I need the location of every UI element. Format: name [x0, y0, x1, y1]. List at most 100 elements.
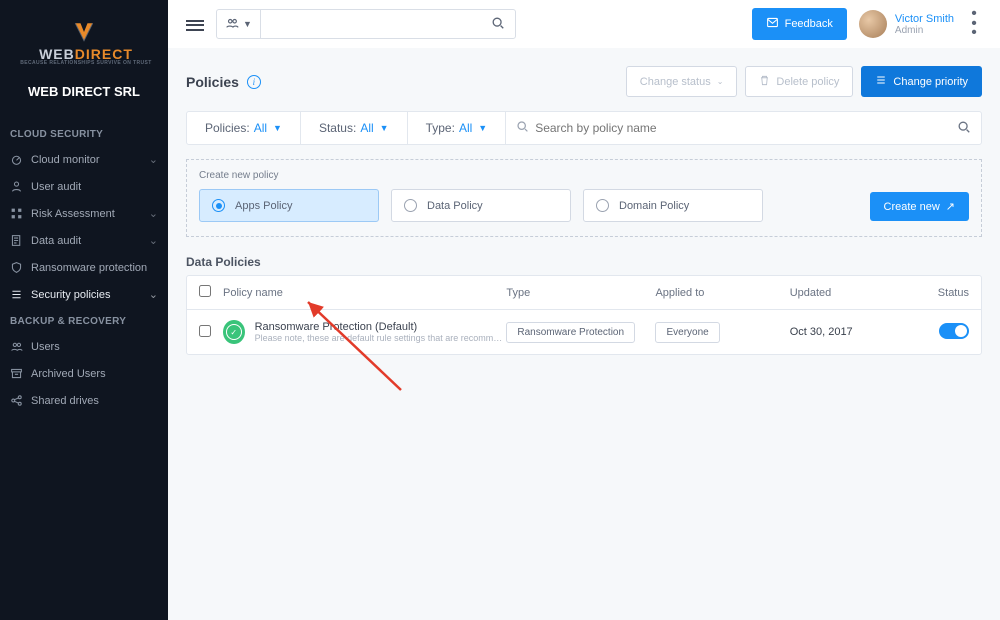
- filter-policies[interactable]: Policies: All ▼: [187, 112, 301, 144]
- column-header-status[interactable]: Status: [909, 287, 969, 299]
- nav-label: Ransomware protection: [31, 262, 147, 274]
- grid-icon: [10, 207, 23, 220]
- sidebar-item-user-audit[interactable]: User audit: [0, 173, 168, 200]
- sidebar-item-users[interactable]: Users: [0, 333, 168, 360]
- column-header-applied[interactable]: Applied to: [655, 287, 789, 299]
- select-all-checkbox[interactable]: [199, 285, 211, 297]
- sidebar-item-risk-assessment[interactable]: Risk Assessment ⌄: [0, 200, 168, 227]
- sidebar-item-cloud-monitor[interactable]: Cloud monitor ⌄: [0, 146, 168, 173]
- user-menu[interactable]: Victor Smith Admin: [859, 10, 954, 38]
- nav-label: Security policies: [31, 289, 110, 301]
- nav-label: Users: [31, 341, 60, 353]
- archive-icon: [10, 367, 23, 380]
- mail-icon: [766, 16, 779, 32]
- sidebar-item-ransomware-protection[interactable]: Ransomware protection: [0, 254, 168, 281]
- policy-name: Ransomware Protection (Default): [255, 321, 507, 333]
- topbar: ▼ Feedback Victor Smith Admin •••: [168, 0, 1000, 48]
- button-label: Feedback: [785, 18, 833, 30]
- search-icon[interactable]: [957, 120, 971, 137]
- menu-toggle-icon[interactable]: [186, 17, 204, 31]
- brand-logo: WEBDIRECT BECAUSE RELATIONSHIPS SURVIVE …: [0, 14, 168, 84]
- change-status-button[interactable]: Change status ⌄: [626, 66, 738, 97]
- option-label: Domain Policy: [619, 200, 689, 212]
- chevron-down-icon: ⌄: [149, 153, 158, 166]
- chevron-down-icon: ⌄: [149, 234, 158, 247]
- policy-type-domain[interactable]: Domain Policy: [583, 189, 763, 222]
- org-name: WEB DIRECT SRL: [0, 84, 168, 99]
- filter-type[interactable]: Type: All ▼: [408, 112, 507, 144]
- search-icon[interactable]: [481, 16, 515, 33]
- policy-type-apps[interactable]: Apps Policy: [199, 189, 379, 222]
- info-icon[interactable]: i: [247, 75, 261, 89]
- policy-search: [506, 120, 981, 137]
- filter-status[interactable]: Status: All ▼: [301, 112, 408, 144]
- global-search: ▼: [216, 9, 516, 39]
- nav-label: Risk Assessment: [31, 208, 115, 220]
- search-icon: [516, 120, 529, 136]
- chevron-down-icon: ⌄: [149, 207, 158, 220]
- chevron-down-icon: ⌄: [149, 288, 158, 301]
- policy-type-data[interactable]: Data Policy: [391, 189, 571, 222]
- column-header-updated[interactable]: Updated: [790, 287, 909, 299]
- feedback-button[interactable]: Feedback: [752, 8, 847, 40]
- radio-icon: [596, 199, 609, 212]
- column-header-type[interactable]: Type: [506, 287, 655, 299]
- nav-label: Data audit: [31, 235, 81, 247]
- user-role: Admin: [895, 25, 954, 36]
- create-new-button[interactable]: Create new ↗: [870, 192, 969, 221]
- create-policy-panel: Create new policy Apps Policy Data Polic…: [186, 159, 982, 237]
- option-label: Apps Policy: [235, 200, 292, 212]
- updated-date: Oct 30, 2017: [790, 326, 909, 338]
- users-icon: [10, 340, 23, 353]
- delete-policy-button[interactable]: Delete policy: [745, 66, 853, 97]
- status-toggle[interactable]: [939, 323, 969, 339]
- search-scope-selector[interactable]: ▼: [217, 10, 261, 38]
- sidebar-item-shared-drives[interactable]: Shared drives: [0, 387, 168, 414]
- filter-label: Policies:: [205, 121, 250, 135]
- sidebar-item-data-audit[interactable]: Data audit ⌄: [0, 227, 168, 254]
- trash-icon: [759, 75, 770, 89]
- shield-icon: [10, 261, 23, 274]
- share-icon: [10, 394, 23, 407]
- option-label: Data Policy: [427, 200, 483, 212]
- policy-search-input[interactable]: [535, 121, 957, 135]
- filter-bar: Policies: All ▼ Status: All ▼ Type: All …: [186, 111, 982, 145]
- nav-label: User audit: [31, 181, 81, 193]
- user-icon: [10, 180, 23, 193]
- filter-value: All: [254, 121, 267, 135]
- policy-type-options: Apps Policy Data Policy Domain Policy: [199, 189, 969, 222]
- chevron-down-icon: ⌄: [717, 77, 724, 86]
- avatar: [859, 10, 887, 38]
- more-menu-icon[interactable]: •••: [966, 8, 982, 39]
- user-meta: Victor Smith Admin: [895, 13, 954, 36]
- caret-down-icon: ▼: [478, 123, 487, 133]
- radio-icon: [404, 199, 417, 212]
- shield-check-icon: ✓: [223, 320, 245, 344]
- button-label: Change status: [640, 76, 711, 88]
- users-icon: [225, 16, 239, 33]
- priority-icon: [875, 74, 887, 89]
- table-row[interactable]: ✓ Ransomware Protection (Default) Please…: [187, 310, 981, 354]
- filter-value: All: [459, 121, 472, 135]
- button-label: Change priority: [893, 76, 968, 88]
- button-label: Create new: [884, 201, 940, 213]
- global-search-input[interactable]: [261, 17, 481, 31]
- radio-icon: [212, 199, 225, 212]
- filter-value: All: [360, 121, 373, 135]
- sidebar-item-archived-users[interactable]: Archived Users: [0, 360, 168, 387]
- policy-type-tag: Ransomware Protection: [506, 322, 635, 343]
- caret-down-icon: ▼: [380, 123, 389, 133]
- table-header: Policy name Type Applied to Updated Stat…: [187, 276, 981, 310]
- sidebar-item-security-policies[interactable]: Security policies ⌄: [0, 281, 168, 308]
- table-section-title: Data Policies: [186, 255, 982, 269]
- change-priority-button[interactable]: Change priority: [861, 66, 982, 97]
- policy-name-cell: Ransomware Protection (Default) Please n…: [255, 321, 507, 343]
- page-actions: Change status ⌄ Delete policy Change pri…: [626, 66, 982, 97]
- column-header-name[interactable]: Policy name: [223, 287, 506, 299]
- document-icon: [10, 234, 23, 247]
- row-checkbox[interactable]: [199, 325, 211, 337]
- brand-mark-icon: [70, 18, 98, 46]
- user-name: Victor Smith: [895, 13, 954, 25]
- page-header: Policies i Change status ⌄ Delete policy…: [168, 48, 1000, 103]
- sidebar-section-backup-recovery: BACKUP & RECOVERY: [0, 308, 168, 333]
